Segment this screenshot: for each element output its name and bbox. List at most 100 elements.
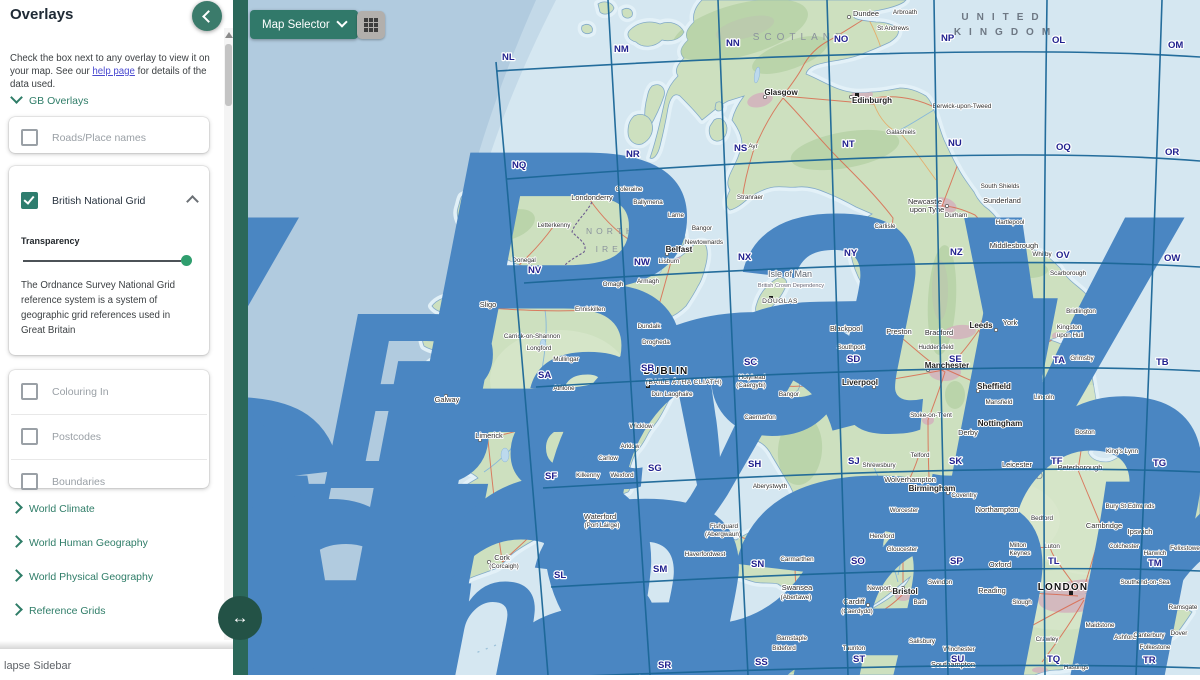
section-world-physical-geography[interactable]: World Physical Geography bbox=[12, 571, 153, 583]
city-label: Haverfordwest bbox=[685, 551, 726, 558]
landmass bbox=[582, 24, 593, 33]
slider-track[interactable] bbox=[23, 260, 181, 262]
city-label: Bedford bbox=[1031, 515, 1054, 522]
city-label: DOUGLAS bbox=[762, 298, 798, 305]
transparency-slider[interactable] bbox=[23, 254, 195, 268]
city-label: Fishguard bbox=[710, 523, 738, 530]
grid-square-label: SK bbox=[949, 456, 962, 467]
grid-square-label: SJ bbox=[848, 456, 860, 467]
city-label: Scarborough bbox=[1050, 270, 1087, 277]
chevron-left-icon bbox=[202, 10, 215, 23]
sea-label: Galway Bay bbox=[248, 65, 1189, 521]
grid-square-label: SA bbox=[538, 370, 551, 381]
scroll-thumb[interactable] bbox=[225, 44, 232, 106]
boundaries-checkbox[interactable] bbox=[21, 473, 38, 490]
gb-overlays-header[interactable]: GB Overlays bbox=[12, 95, 89, 107]
grid-square-label: SP bbox=[950, 556, 963, 567]
city-label: Nottingham bbox=[978, 419, 1022, 428]
city-label: Ayr bbox=[748, 143, 757, 150]
grid-square-label: SR bbox=[658, 660, 671, 671]
city-label: York bbox=[1003, 318, 1018, 327]
city-label: Shrewsbury bbox=[862, 462, 896, 469]
grid-square-label: SM bbox=[653, 564, 667, 575]
city-label: Glasgow bbox=[764, 88, 798, 97]
postcodes-checkbox[interactable] bbox=[21, 428, 38, 445]
city-label: Letterkenny bbox=[538, 222, 572, 229]
city-label: Blackpool bbox=[830, 324, 862, 333]
grid-square-label: TF bbox=[1051, 456, 1063, 467]
map-area[interactable]: SCOTLANDENGLANDWALESIRELANDNORTHERNIRELA… bbox=[248, 0, 1200, 675]
chevron-right-icon bbox=[10, 535, 23, 548]
chevron-up-icon[interactable] bbox=[186, 195, 199, 208]
grid-square-label: OW bbox=[1164, 253, 1180, 264]
city-label: Mullingar bbox=[553, 356, 579, 363]
map-selector-button[interactable]: Map Selector bbox=[250, 10, 358, 39]
city-label: Grimsby bbox=[1070, 355, 1094, 362]
postcodes-row[interactable]: Postcodes bbox=[9, 415, 209, 459]
city-label: Cork bbox=[494, 553, 510, 562]
city-label: Southend-on-Sea bbox=[1120, 579, 1170, 586]
region-label: UNITED bbox=[961, 12, 1046, 23]
intro-text: Check the box next to any overlay to vie… bbox=[10, 52, 220, 91]
city-label: Preston bbox=[886, 327, 911, 336]
section-reference-grids[interactable]: Reference Grids bbox=[12, 605, 105, 617]
grid-square-label: OR bbox=[1165, 147, 1179, 158]
grid-square-label: NP bbox=[941, 33, 955, 44]
city-label: Bridlington bbox=[1066, 308, 1096, 315]
city-label: Galashiels bbox=[886, 129, 915, 136]
roads-checkbox[interactable] bbox=[21, 129, 38, 146]
sidebar-resize-handle[interactable]: ↔ bbox=[218, 596, 262, 640]
grid-square-label: NS bbox=[734, 143, 747, 154]
chevron-right-icon bbox=[10, 569, 23, 582]
section-world-climate[interactable]: World Climate bbox=[12, 503, 95, 515]
chevron-right-icon bbox=[10, 501, 23, 514]
colouring-row[interactable]: Colouring In bbox=[9, 370, 209, 414]
map-canvas[interactable]: SCOTLANDENGLANDWALESIRELANDNORTHERNIRELA… bbox=[248, 0, 1200, 675]
city-label: Felixstowe bbox=[1170, 545, 1200, 552]
city-label: Birmingham bbox=[909, 484, 956, 493]
city-label: Southport bbox=[837, 344, 865, 351]
grid-square-label: OQ bbox=[1056, 142, 1071, 153]
grid-square-label: TG bbox=[1153, 458, 1166, 469]
city-label: Sligo bbox=[480, 300, 496, 309]
grid-square-label: SE bbox=[949, 354, 962, 365]
bng-checkbox[interactable] bbox=[21, 192, 38, 209]
app-window: SCOTLANDENGLANDWALESIRELANDNORTHERNIRELA… bbox=[0, 0, 1200, 675]
boundaries-row[interactable]: Boundaries bbox=[9, 460, 209, 504]
city-label: Bradford bbox=[925, 328, 953, 337]
section-world-human-geography[interactable]: World Human Geography bbox=[12, 537, 148, 549]
city-label: Barnstaple bbox=[777, 635, 808, 642]
region-label: KINGDOM bbox=[954, 27, 1058, 38]
city-label: Carmarthen bbox=[780, 556, 814, 563]
city-label: upon Tyne bbox=[910, 205, 944, 214]
city-label: Carlow bbox=[598, 455, 618, 462]
city-label: Berwick-upon-Tweed bbox=[933, 103, 992, 110]
roads-overlay-card[interactable]: Roads/Place names bbox=[9, 117, 209, 153]
city-label: Caernarfon bbox=[744, 414, 776, 421]
city-label: Mansfield bbox=[986, 399, 1013, 406]
city-label: Kingston bbox=[1057, 324, 1082, 331]
city-label: Londonderry bbox=[571, 193, 613, 202]
city-label: Keynes bbox=[1009, 550, 1030, 557]
grid-square-label: NO bbox=[834, 34, 848, 45]
city-label: Worcester bbox=[890, 507, 919, 514]
chevron-right-icon bbox=[10, 603, 23, 616]
bng-overlay-card: British National Grid Transparency The O… bbox=[9, 166, 209, 355]
help-page-link[interactable]: help page bbox=[92, 66, 135, 77]
sidebar-scrollbar[interactable] bbox=[224, 28, 233, 640]
grid-square-label: SN bbox=[751, 559, 764, 570]
grid-square-label: NY bbox=[844, 248, 858, 259]
city-label: Bangor bbox=[692, 225, 712, 232]
grid-square-label: NQ bbox=[512, 160, 526, 171]
more-overlays-card: Colouring In Postcodes Boundaries bbox=[9, 370, 209, 488]
grid-square-label: ST bbox=[853, 654, 865, 665]
city-label: Longford bbox=[527, 345, 552, 352]
grid-square-label: NU bbox=[948, 138, 962, 149]
grid-square-label: TA bbox=[1053, 355, 1065, 366]
colouring-checkbox[interactable] bbox=[21, 383, 38, 400]
slider-thumb[interactable] bbox=[181, 255, 192, 266]
grid-overlay-button[interactable] bbox=[357, 11, 385, 39]
collapse-sidebar-button[interactable] bbox=[192, 1, 222, 31]
city-label: Bury St Edmunds bbox=[1106, 503, 1155, 510]
scroll-up-icon[interactable] bbox=[225, 32, 233, 38]
